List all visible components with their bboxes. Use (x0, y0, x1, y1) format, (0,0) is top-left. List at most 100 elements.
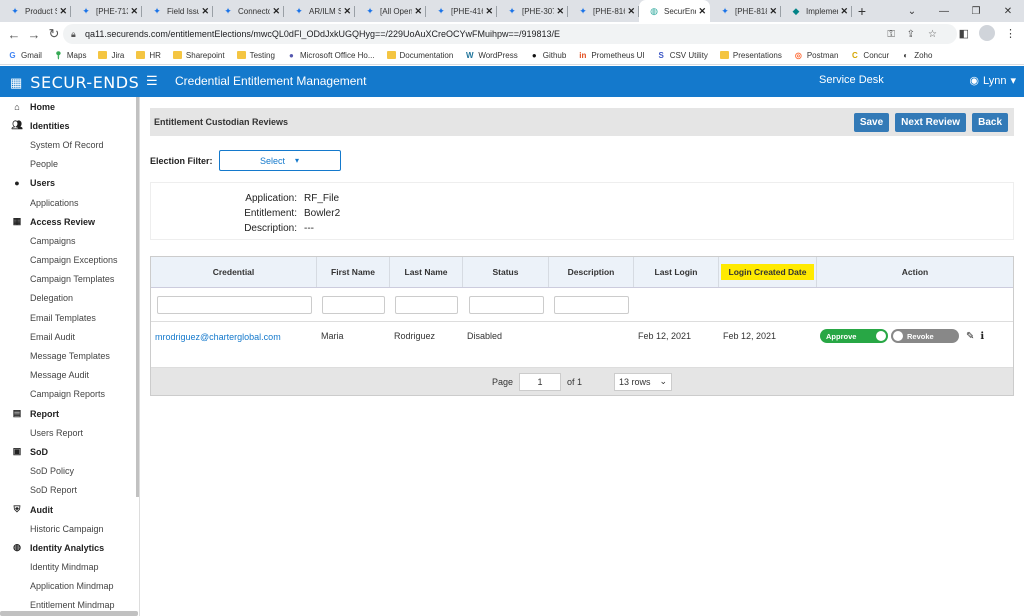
save-button[interactable]: Save (853, 113, 890, 132)
col-description[interactable]: Description (549, 257, 634, 287)
browser-tab[interactable]: ✦ Product S ✕ (0, 0, 71, 22)
browser-tab[interactable]: ✦ [PHE-816 ✕ (568, 0, 639, 22)
sidebar-item-system-of-record[interactable]: System Of Record (0, 135, 139, 154)
sidebar-item-campaign-reports[interactable]: Campaign Reports (0, 385, 139, 404)
close-tab-icon[interactable]: ✕ (485, 6, 493, 17)
approve-toggle[interactable]: Approve (820, 329, 888, 343)
kebab-menu-icon[interactable]: ⋮ (1005, 27, 1016, 40)
browser-tab[interactable]: ✦ Field Issu ✕ (142, 0, 213, 22)
bookmark-item[interactable]: ● Microsoft Office Ho... (287, 51, 374, 60)
election-filter-select[interactable]: Select ▾ (218, 150, 341, 171)
star-icon[interactable]: ☆ (928, 29, 937, 40)
sidebar-item-message-audit[interactable]: Message Audit (0, 366, 139, 385)
col-credential[interactable]: Credential (151, 257, 317, 287)
sidebar-item-users[interactable]: ● Users (0, 174, 139, 193)
close-tab-icon[interactable]: ✕ (698, 6, 706, 17)
close-tab-icon[interactable]: ✕ (130, 6, 138, 17)
minimize-icon[interactable]: — (928, 0, 960, 22)
bookmark-item[interactable]: W WordPress (465, 51, 518, 60)
browser-tab[interactable]: ◍ SecurEnds✕ (639, 0, 710, 22)
key-icon[interactable]: ⚿ (887, 29, 895, 40)
logo[interactable]: ▦ SECUR-ENDS (10, 73, 139, 92)
col-login-created-date[interactable]: Login Created Date (719, 257, 817, 287)
bookmark-item[interactable]: S CSV Utility (657, 51, 708, 60)
browser-tab[interactable]: ✦ [PHE-307 ✕ (497, 0, 568, 22)
bookmark-item[interactable]: ● Github (530, 51, 567, 60)
close-tab-icon[interactable]: ✕ (414, 6, 422, 17)
bookmark-item[interactable]: in Prometheus UI (578, 51, 644, 60)
edit-icon[interactable]: ✎ (966, 331, 974, 342)
hamburger-menu-icon[interactable]: ☰ (146, 73, 158, 89)
sidebar-item-users-report[interactable]: Users Report (0, 423, 139, 442)
browser-tab[interactable]: ◆ Implemen ✕ (781, 0, 852, 22)
sidebar-item-identity-mindmap[interactable]: Identity Mindmap (0, 558, 139, 577)
bookmark-item[interactable]: C Concur (850, 51, 889, 60)
sidebar-horizontal-scrollbar[interactable] (0, 611, 138, 616)
bookmark-item[interactable]: ◎ Postman (794, 51, 839, 60)
browser-tab[interactable]: ✦ [PHE-713 ✕ (71, 0, 142, 22)
description-filter-input[interactable] (554, 295, 629, 314)
bookmark-item[interactable]: ◐ Zoho (901, 51, 932, 60)
close-window-icon[interactable]: ✕ (992, 0, 1024, 22)
bookmark-item[interactable]: G Gmail (8, 51, 42, 60)
browser-tab[interactable]: ✦ [PHE-416 ✕ (426, 0, 497, 22)
user-menu[interactable]: ◉ Lynn ▾ (969, 74, 1016, 88)
bookmark-item[interactable]: Sharepoint (172, 51, 225, 60)
sidebar-item-report[interactable]: ▤ Report (0, 404, 139, 423)
sidebar-item-message-templates[interactable]: Message Templates (0, 346, 139, 365)
share-icon[interactable]: ⇪ (907, 29, 915, 40)
credential-cell[interactable]: mrodriguez@charterglobal.com (151, 322, 317, 367)
sidebar-item-people[interactable]: People (0, 155, 139, 174)
profile-avatar[interactable] (979, 25, 995, 41)
credential-filter-input[interactable] (156, 295, 312, 314)
restore-icon[interactable]: ❐ (960, 0, 992, 22)
bookmark-item[interactable]: Documentation (386, 51, 453, 60)
page-input[interactable]: 1 (519, 372, 561, 391)
sidebar-item-applications[interactable]: Applications (0, 193, 139, 212)
status-filter-input[interactable] (468, 295, 544, 314)
sidebar-item-identity-analytics[interactable]: ◍ Identity Analytics (0, 538, 139, 557)
close-tab-icon[interactable]: ✕ (556, 6, 564, 17)
sidebar-item-sod-report[interactable]: SoD Report (0, 481, 139, 500)
sidebar-item-campaign-exceptions[interactable]: Campaign Exceptions (0, 251, 139, 270)
bookmark-item[interactable]: HR (136, 51, 161, 60)
info-icon[interactable]: ℹ (980, 331, 984, 342)
sidebar-scrollbar[interactable] (136, 97, 139, 497)
back-nav-icon[interactable]: ← (4, 27, 24, 42)
browser-tab[interactable]: ✦ AR/ILM Sc✕ (284, 0, 355, 22)
apps-grid-icon[interactable]: ▦ (10, 75, 22, 91)
first-name-filter-input[interactable] (322, 295, 385, 314)
reload-icon[interactable]: ↻ (44, 26, 64, 42)
bookmark-item[interactable]: Presentations (719, 51, 782, 60)
browser-tab[interactable]: ✦ [PHE-818 ✕ (710, 0, 781, 22)
close-tab-icon[interactable]: ✕ (840, 6, 848, 17)
col-status[interactable]: Status (463, 257, 549, 287)
sidebar-item-email-templates[interactable]: Email Templates (0, 308, 139, 327)
sidebar-item-sod-policy[interactable]: SoD Policy (0, 462, 139, 481)
col-first-name[interactable]: First Name (317, 257, 390, 287)
side-panel-icon[interactable]: ◧ (959, 27, 969, 40)
sidebar-item-home[interactable]: ⌂ Home (0, 97, 139, 116)
browser-tab[interactable]: ✦ [All Open ✕ (355, 0, 426, 22)
sidebar-item-application-mindmap[interactable]: Application Mindmap (0, 577, 139, 596)
close-tab-icon[interactable]: ✕ (201, 6, 209, 17)
close-tab-icon[interactable]: ✕ (769, 6, 777, 17)
browser-tab[interactable]: ✦ Connecto ✕ (213, 0, 284, 22)
close-tab-icon[interactable]: ✕ (627, 6, 635, 17)
sidebar-item-campaigns[interactable]: Campaigns (0, 231, 139, 250)
sidebar-item-email-audit[interactable]: Email Audit (0, 327, 139, 346)
back-button[interactable]: Back (972, 113, 1008, 132)
sidebar-item-campaign-templates[interactable]: Campaign Templates (0, 270, 139, 289)
tab-search-icon[interactable]: ⌄ (896, 0, 928, 22)
sidebar-item-audit[interactable]: ⛨ Audit (0, 500, 139, 519)
col-last-name[interactable]: Last Name (390, 257, 463, 287)
bookmark-item[interactable]: Jira (98, 51, 124, 60)
close-tab-icon[interactable]: ✕ (272, 6, 280, 17)
sidebar-item-historic-campaign[interactable]: Historic Campaign (0, 519, 139, 538)
forward-nav-icon[interactable]: → (24, 27, 44, 42)
col-last-login[interactable]: Last Login (634, 257, 719, 287)
bookmark-item[interactable]: Testing (236, 51, 275, 60)
rows-per-page-select[interactable]: 13 rows ⌄ (614, 372, 673, 391)
sidebar-item-identities[interactable]: 👥︎ Identities (0, 116, 139, 135)
new-tab-icon[interactable]: + (852, 0, 872, 22)
